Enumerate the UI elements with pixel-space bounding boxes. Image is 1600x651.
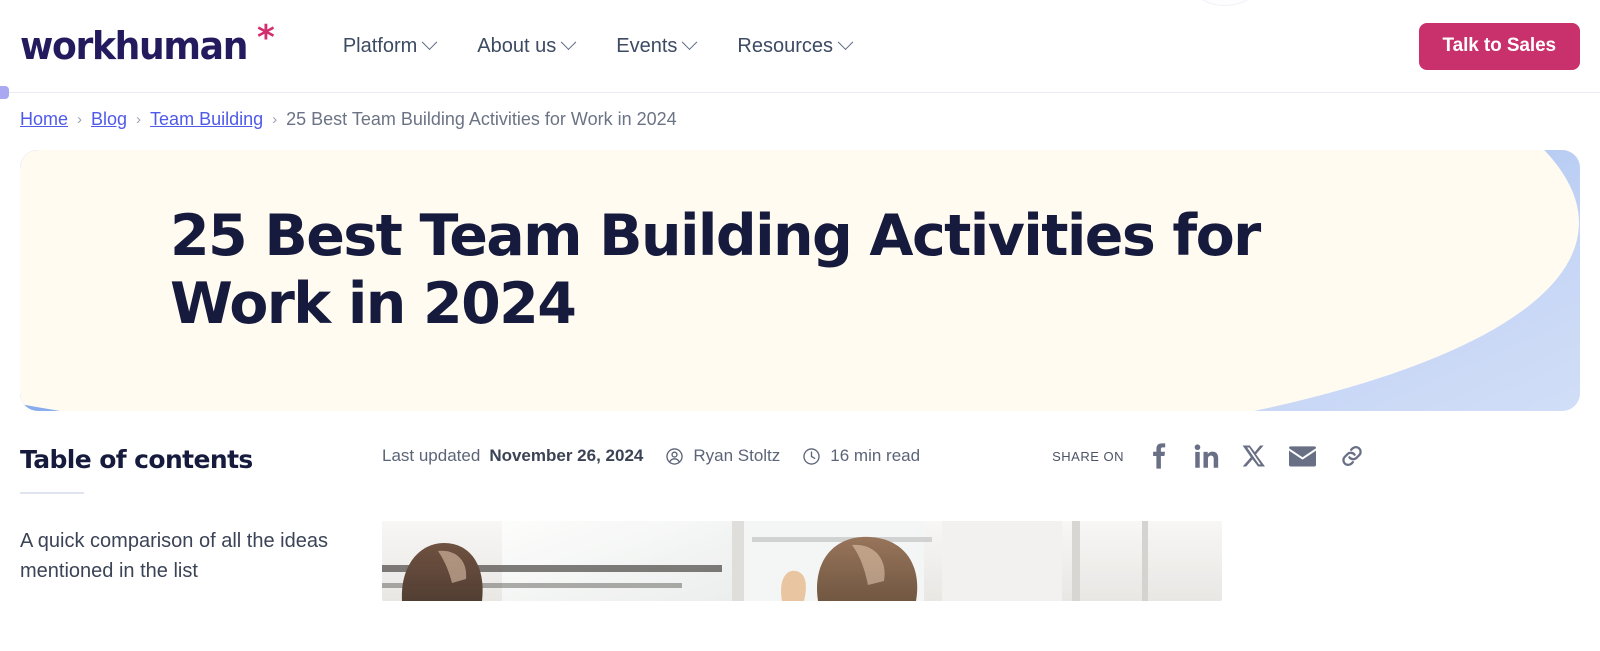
article-meta-row: Last updated November 26, 2024 Ryan Stol…	[382, 433, 1580, 479]
nav-item-label: Resources	[737, 34, 833, 57]
chevron-down-icon	[682, 33, 698, 50]
share-label: SHARE ON	[1052, 448, 1124, 464]
breadcrumb-item-home[interactable]: Home	[20, 109, 68, 130]
workhuman-logo[interactable]: workhuman *	[20, 21, 275, 68]
breadcrumb-separator-icon: ›	[272, 110, 278, 128]
hero-banner: 25 Best Team Building Activities for Wor…	[20, 150, 1580, 411]
breadcrumb-item-current: 25 Best Team Building Activities for Wor…	[286, 108, 677, 129]
author-name: Ryan Stoltz	[693, 446, 781, 465]
x-twitter-icon[interactable]	[1242, 444, 1266, 468]
nav-item-label: Platform	[342, 34, 418, 57]
article-hero-image	[382, 521, 1222, 601]
primary-navigation: Platform About us Events Resources	[342, 33, 854, 58]
user-circle-icon	[665, 447, 684, 466]
site-header: workhuman * Platform About us Events Res…	[0, 0, 1600, 99]
last-updated: Last updated November 26, 2024	[382, 446, 643, 466]
nav-item-about-us[interactable]: About us	[477, 33, 577, 58]
nav-item-label: Events	[616, 34, 678, 57]
facebook-icon[interactable]	[1147, 443, 1171, 469]
toc-heading: Table of contents	[20, 445, 253, 474]
toc-divider	[20, 492, 84, 494]
decorative-circle	[1196, 0, 1254, 6]
nav-item-resources[interactable]: Resources	[737, 33, 854, 58]
logo-asterisk-icon: *	[257, 18, 275, 58]
read-time-label: 16 min read	[830, 446, 921, 465]
talk-to-sales-button[interactable]: Talk to Sales	[1418, 22, 1580, 70]
linkedin-icon[interactable]	[1194, 443, 1219, 469]
office-photo	[382, 521, 1222, 601]
chevron-down-icon	[560, 33, 577, 50]
header-accent-marker	[0, 86, 9, 99]
article-read-time: 16 min read	[802, 446, 920, 466]
nav-item-events[interactable]: Events	[616, 33, 698, 58]
breadcrumb-separator-icon: ›	[136, 110, 142, 128]
content-area: Table of contents A quick comparison of …	[0, 433, 1600, 601]
article-main: Last updated November 26, 2024 Ryan Stol…	[382, 433, 1580, 601]
last-updated-label: Last updated	[382, 446, 481, 465]
email-icon[interactable]	[1289, 445, 1316, 467]
nav-item-label: About us	[477, 34, 557, 57]
logo-wordmark: workhuman	[20, 24, 248, 68]
share-bar: SHARE ON	[1052, 443, 1580, 469]
breadcrumb-item-team-building[interactable]: Team Building	[150, 109, 263, 130]
nav-item-platform[interactable]: Platform	[342, 33, 438, 58]
last-updated-date: November 26, 2024	[489, 446, 644, 465]
page-title: 25 Best Team Building Activities for Wor…	[170, 203, 1261, 338]
clock-icon	[802, 447, 821, 466]
article-meta-group: Last updated November 26, 2024 Ryan Stol…	[382, 446, 920, 466]
toc-entry[interactable]: A quick comparison of all the ideas ment…	[20, 526, 350, 586]
breadcrumb-separator-icon: ›	[77, 110, 83, 128]
breadcrumb: Home › Blog › Team Building › 25 Best Te…	[0, 93, 1600, 145]
chevron-down-icon	[837, 33, 854, 50]
chevron-down-icon	[422, 33, 438, 50]
table-of-contents: Table of contents A quick comparison of …	[20, 433, 382, 601]
article-author: Ryan Stoltz	[665, 446, 780, 466]
link-icon[interactable]	[1339, 443, 1365, 469]
breadcrumb-item-blog[interactable]: Blog	[91, 109, 127, 130]
